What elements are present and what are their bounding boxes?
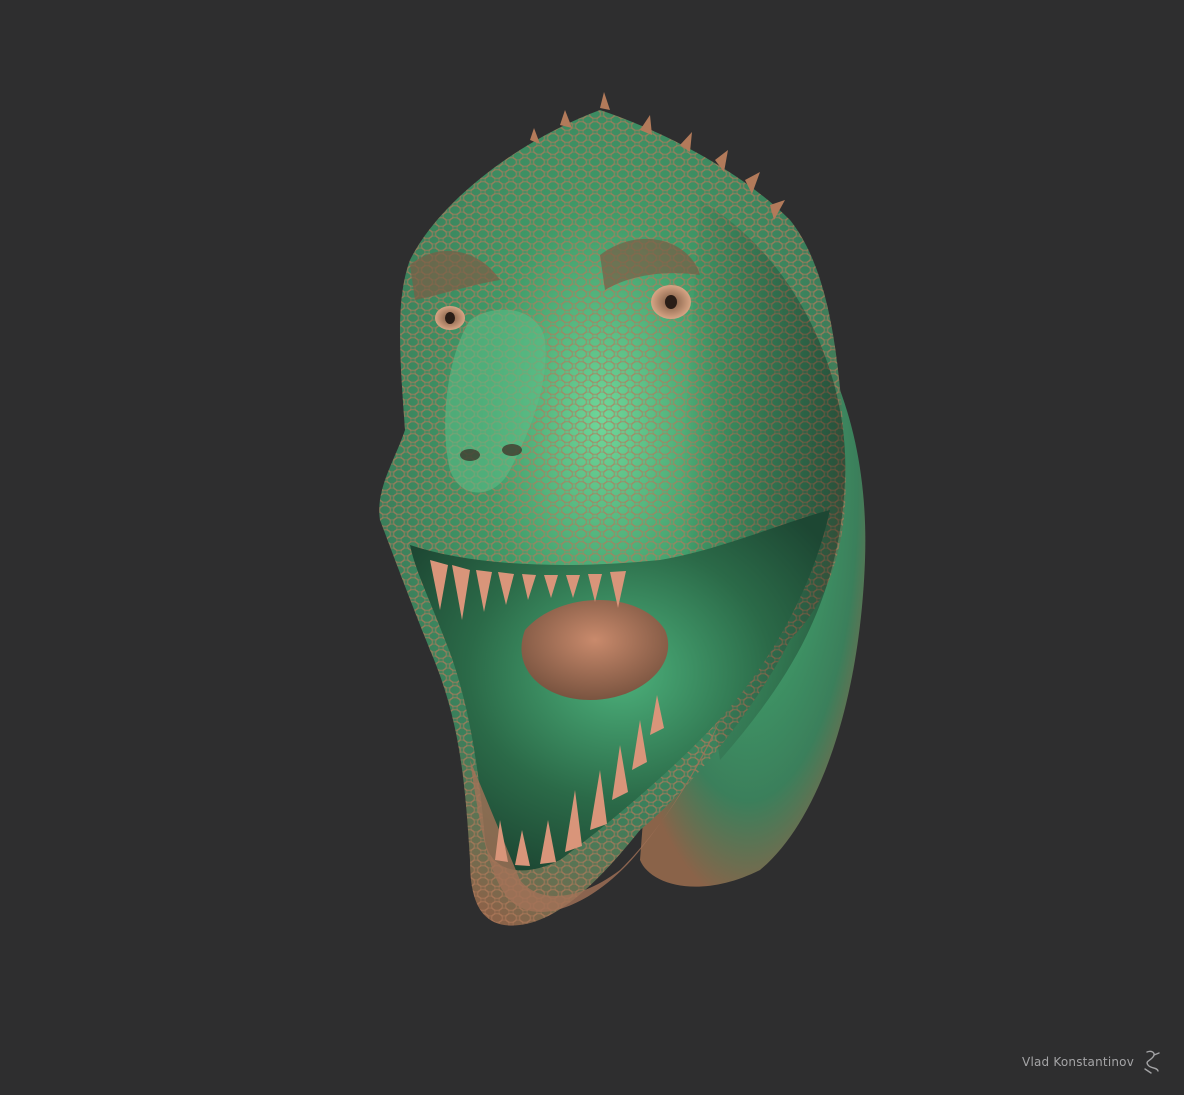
artwork-canvas [379, 92, 866, 926]
artist-signature: Vlad Konstantinov [1022, 1049, 1162, 1075]
left-eye [435, 306, 465, 330]
nostril [460, 449, 480, 461]
artist-monogram-icon [1144, 1050, 1160, 1074]
nostril [502, 444, 522, 456]
right-eye [651, 285, 691, 319]
dinosaur-head-icon [379, 92, 866, 926]
author-name: Vlad Konstantinov [1022, 1055, 1134, 1069]
